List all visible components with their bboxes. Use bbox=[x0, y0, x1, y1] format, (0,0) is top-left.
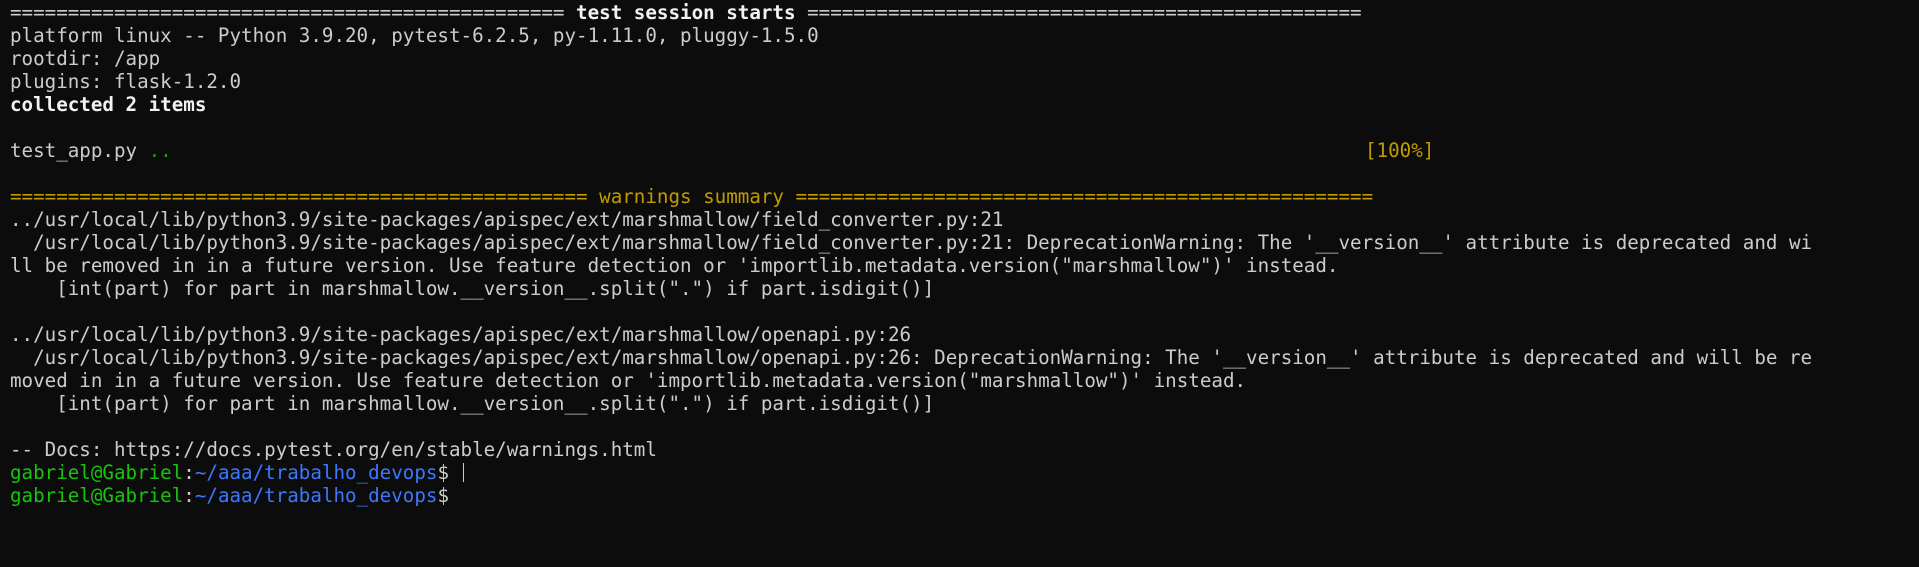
test-progress-percent: [100%] bbox=[1365, 139, 1435, 162]
prompt-path: ~/aaa/trabalho_devops bbox=[194, 461, 438, 484]
plugins-line: plugins: flask-1.2.0 bbox=[10, 70, 242, 93]
prompt-separator: : bbox=[183, 484, 195, 507]
shell-prompt-2[interactable]: gabriel@Gabriel:~/aaa/trabalho_devops$ bbox=[10, 484, 1919, 507]
warning-2-location: ../usr/local/lib/python3.9/site-packages… bbox=[10, 323, 912, 346]
prompt-user-host: gabriel@Gabriel bbox=[10, 461, 184, 484]
session-header-title: test session starts bbox=[576, 1, 796, 24]
warning-1-message-continued: ll be removed in in a future version. Us… bbox=[10, 254, 1339, 277]
warning-1-location: ../usr/local/lib/python3.9/site-packages… bbox=[10, 208, 1004, 231]
shell-prompt-1: gabriel@Gabriel:~/aaa/trabalho_devops$ bbox=[10, 461, 1919, 484]
session-header-left-rule: ========================================… bbox=[10, 1, 577, 24]
warning-1-code: [int(part) for part in marshmallow.__ver… bbox=[10, 277, 935, 300]
test-result-line: test_app.py .. [100%] bbox=[10, 139, 1919, 162]
warnings-summary-header: ========================================… bbox=[10, 185, 1374, 208]
prompt-symbol: $ bbox=[437, 484, 461, 507]
test-file-name: test_app.py bbox=[10, 139, 149, 162]
prompt-symbol: $ bbox=[437, 461, 461, 484]
text-cursor bbox=[462, 463, 464, 482]
prompt-path: ~/aaa/trabalho_devops bbox=[194, 484, 438, 507]
collected-line: collected 2 items bbox=[10, 93, 207, 116]
session-header-right-rule: ========================================… bbox=[795, 1, 1362, 24]
session-header: ========================================… bbox=[10, 1, 1919, 24]
test-pass-dots: .. bbox=[148, 139, 172, 162]
warning-1-message: /usr/local/lib/python3.9/site-packages/a… bbox=[10, 231, 1813, 254]
warning-2-message: /usr/local/lib/python3.9/site-packages/a… bbox=[10, 346, 1813, 369]
prompt-separator: : bbox=[183, 461, 195, 484]
terminal-window[interactable]: ========================================… bbox=[0, 0, 1919, 567]
rootdir-line: rootdir: /app bbox=[10, 47, 161, 70]
docs-link-line[interactable]: -- Docs: https://docs.pytest.org/en/stab… bbox=[10, 438, 1919, 461]
warning-2-code: [int(part) for part in marshmallow.__ver… bbox=[10, 392, 935, 415]
warning-2-message-continued: moved in in a future version. Use featur… bbox=[10, 369, 1247, 392]
platform-line: platform linux -- Python 3.9.20, pytest-… bbox=[10, 24, 819, 47]
prompt-user-host: gabriel@Gabriel bbox=[10, 484, 184, 507]
